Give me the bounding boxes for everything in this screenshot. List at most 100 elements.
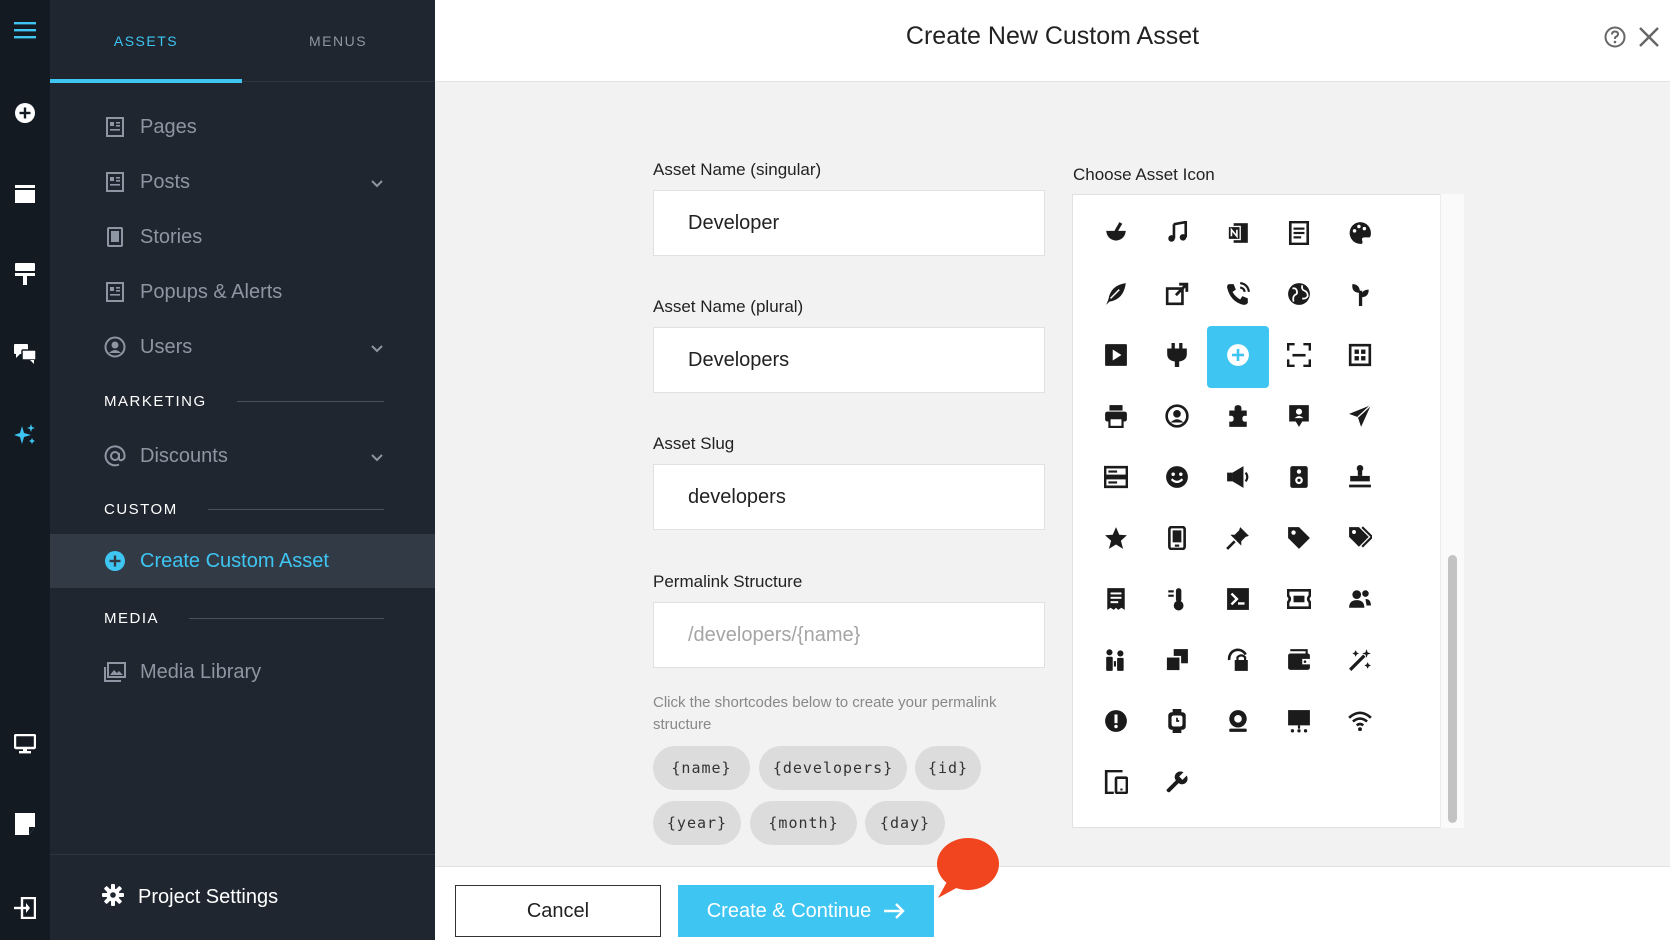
singular-name-input[interactable]: Developer bbox=[653, 190, 1045, 256]
icon-option-document-icon[interactable] bbox=[1268, 204, 1330, 266]
icon-option-thermometer-icon[interactable] bbox=[1146, 570, 1208, 632]
globe-icon bbox=[1287, 282, 1311, 311]
icon-option-onenote-icon[interactable] bbox=[1207, 204, 1269, 266]
create-continue-button[interactable]: Create & Continue bbox=[678, 885, 934, 937]
plural-name-input[interactable]: Developers bbox=[653, 327, 1045, 393]
icon-option-plug-icon[interactable] bbox=[1146, 326, 1208, 388]
exit-icon[interactable] bbox=[0, 890, 50, 926]
icon-option-megaphone-icon[interactable] bbox=[1207, 448, 1269, 510]
icon-option-watch-icon[interactable] bbox=[1146, 692, 1208, 754]
chevron-down-icon[interactable] bbox=[371, 175, 383, 193]
icon-option-star-icon[interactable] bbox=[1085, 509, 1147, 571]
window-icon[interactable] bbox=[0, 176, 50, 212]
sidebar-item-media-library[interactable]: Media Library bbox=[50, 645, 435, 699]
sidebar-item-popups-alerts[interactable]: Popups & Alerts bbox=[50, 265, 435, 319]
icon-option-tablet-icon[interactable] bbox=[1146, 509, 1208, 571]
icon-option-presentation-icon[interactable] bbox=[1268, 692, 1330, 754]
sidebar-item-posts[interactable]: Posts bbox=[50, 155, 435, 209]
terminal-icon bbox=[1226, 587, 1250, 616]
tab-assets[interactable]: ASSETS bbox=[50, 0, 242, 83]
icon-option-wrench-icon[interactable] bbox=[1146, 753, 1208, 815]
icon-option-magic-wand-icon[interactable] bbox=[1329, 631, 1391, 693]
icon-option-stamp-icon[interactable] bbox=[1329, 448, 1391, 510]
chevron-down-icon[interactable] bbox=[371, 340, 383, 358]
shortcode-chip[interactable]: {month} bbox=[750, 801, 857, 845]
icon-option-music-note-icon[interactable] bbox=[1146, 204, 1208, 266]
icon-option-server-icon[interactable] bbox=[1085, 448, 1147, 510]
icon-option-pushpin-icon[interactable] bbox=[1207, 509, 1269, 571]
watch-icon bbox=[1165, 708, 1189, 738]
scrollbar-thumb[interactable] bbox=[1448, 555, 1457, 823]
icon-option-play-square-icon[interactable] bbox=[1085, 326, 1147, 388]
icon-option-tags-icon[interactable] bbox=[1329, 509, 1391, 571]
chevron-down-icon[interactable] bbox=[371, 449, 383, 467]
icon-option-scan-icon[interactable] bbox=[1268, 326, 1330, 388]
sidebar-item-users[interactable]: Users bbox=[50, 320, 435, 374]
icon-option-tag-icon[interactable] bbox=[1268, 509, 1330, 571]
chat-bubble-icon[interactable] bbox=[930, 836, 1000, 902]
divider bbox=[189, 617, 384, 619]
icon-option-plant-icon[interactable] bbox=[1329, 265, 1391, 327]
icon-option-terminal-icon[interactable] bbox=[1207, 570, 1269, 632]
shortcode-chip[interactable]: {id} bbox=[915, 746, 981, 790]
sidebar-item-label: Users bbox=[140, 335, 193, 358]
icon-option-wifi-icon[interactable] bbox=[1329, 692, 1391, 754]
help-icon[interactable] bbox=[1604, 26, 1626, 53]
shortcode-chip[interactable]: {developers} bbox=[759, 746, 907, 790]
icon-option-copy-icon[interactable] bbox=[1146, 631, 1208, 693]
icon-option-webcam-icon[interactable] bbox=[1207, 692, 1269, 754]
plural-name-label: Asset Name (plural) bbox=[653, 297, 804, 316]
chat-icon[interactable] bbox=[0, 336, 50, 372]
paper-plane-icon bbox=[1348, 404, 1372, 433]
webcam-icon bbox=[1226, 709, 1250, 738]
icon-option-devices-icon[interactable] bbox=[1085, 753, 1147, 815]
icon-option-wallet-icon[interactable] bbox=[1268, 631, 1330, 693]
icon-option-people-icon[interactable] bbox=[1085, 631, 1147, 693]
icon-option-add-circle-icon[interactable] bbox=[1207, 326, 1269, 388]
sidebar-item-discounts[interactable]: Discounts bbox=[50, 429, 435, 483]
icon-option-smile-icon[interactable] bbox=[1146, 448, 1208, 510]
icon-option-user-circle-icon[interactable] bbox=[1146, 387, 1208, 449]
icon-option-globe-icon[interactable] bbox=[1268, 265, 1330, 327]
icon-option-phone-call-icon[interactable] bbox=[1207, 265, 1269, 327]
icon-option-map-pin-icon[interactable] bbox=[1268, 387, 1330, 449]
icon-option-mortar-pestle-icon[interactable] bbox=[1085, 204, 1147, 266]
wifi-icon bbox=[1348, 709, 1372, 738]
gear-icon bbox=[102, 884, 124, 911]
icon-option-puzzle-icon[interactable] bbox=[1207, 387, 1269, 449]
shortcode-chip[interactable]: {year} bbox=[653, 801, 741, 845]
icon-option-alert-icon[interactable] bbox=[1085, 692, 1147, 754]
copy-icon bbox=[1165, 648, 1189, 677]
receipt-icon bbox=[1104, 587, 1128, 616]
icon-option-ticket-icon[interactable] bbox=[1268, 570, 1330, 632]
icon-option-receipt-icon[interactable] bbox=[1085, 570, 1147, 632]
monitor-icon[interactable] bbox=[0, 726, 50, 762]
icon-option-palette-icon[interactable] bbox=[1329, 204, 1391, 266]
asset-slug-input[interactable]: developers bbox=[653, 464, 1045, 530]
add-circle-icon bbox=[104, 550, 126, 572]
sparkle-icon[interactable] bbox=[0, 417, 50, 453]
sidebar-item-stories[interactable]: Stories bbox=[50, 210, 435, 264]
paint-roller-icon[interactable] bbox=[0, 256, 50, 292]
icon-option-paper-plane-icon[interactable] bbox=[1329, 387, 1391, 449]
icon-option-external-link-icon[interactable] bbox=[1146, 265, 1208, 327]
menu-icon[interactable] bbox=[0, 12, 50, 48]
permalink-input[interactable]: /developers/{name} bbox=[653, 602, 1045, 668]
note-icon[interactable] bbox=[0, 806, 50, 842]
cancel-button[interactable]: Cancel bbox=[455, 885, 661, 937]
icon-option-lock-rotate-icon[interactable] bbox=[1207, 631, 1269, 693]
tab-menus[interactable]: MENUS bbox=[242, 0, 434, 82]
icon-option-printer-icon[interactable] bbox=[1085, 387, 1147, 449]
icon-option-grid-icon[interactable] bbox=[1329, 326, 1391, 388]
sidebar-item-create-custom-asset[interactable]: Create Custom Asset bbox=[50, 534, 435, 588]
shortcode-chip[interactable]: {name} bbox=[653, 746, 750, 790]
sidebar-item-pages[interactable]: Pages bbox=[50, 100, 435, 154]
icon-option-feather-pen-icon[interactable] bbox=[1085, 265, 1147, 327]
close-icon[interactable] bbox=[1638, 26, 1660, 53]
arrow-right-icon bbox=[884, 903, 905, 919]
icon-option-speaker-icon[interactable] bbox=[1268, 448, 1330, 510]
project-settings-button[interactable]: Project Settings bbox=[50, 854, 435, 940]
add-circle-icon[interactable] bbox=[0, 95, 50, 131]
icon-option-users-icon[interactable] bbox=[1329, 570, 1391, 632]
music-note-icon bbox=[1165, 220, 1189, 250]
